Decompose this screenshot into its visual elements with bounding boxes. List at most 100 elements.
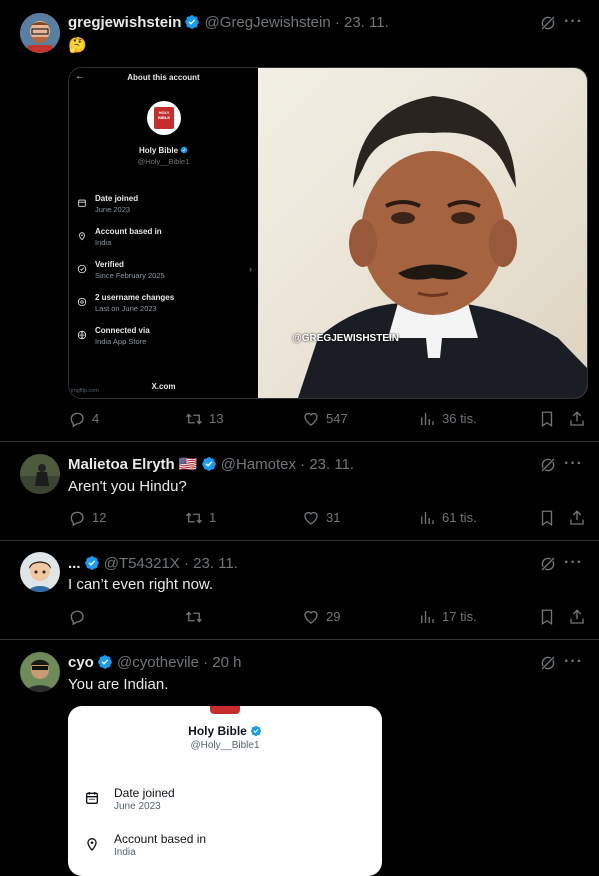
like-button[interactable]: 29 [302, 608, 340, 626]
more-options-icon[interactable]: ··· [564, 13, 583, 31]
at-sign-icon [77, 297, 87, 307]
post-date[interactable]: · 20 h [203, 654, 241, 671]
about-title: About this account [127, 73, 200, 82]
like-button[interactable]: 547 [302, 410, 348, 428]
more-options-icon[interactable]: ··· [564, 455, 583, 473]
share-button[interactable] [568, 410, 592, 428]
share-icon [568, 608, 586, 626]
about-account-screenshot: ← About this account HOLY BIBLE Holy Bib… [69, 68, 258, 398]
location-pin-icon [79, 232, 85, 241]
action-bar: 12 1 31 61 tis. [68, 509, 588, 529]
tweet[interactable]: ... @T54321X · 23. 11. ··· I can’t even … [0, 541, 599, 640]
post-date[interactable]: · 23. 11. [335, 14, 389, 31]
calendar-icon [86, 792, 98, 804]
info-row: Connected via India App Store [77, 326, 252, 350]
bible-logo: HOLY BIBLE [147, 101, 181, 135]
attached-image[interactable]: Holy Bible @Holy__Bible1 Date joined June… [68, 706, 382, 876]
more-options-icon[interactable]: ··· [564, 653, 583, 671]
us-flag: 🇺🇸 [178, 456, 198, 473]
repost-button[interactable]: 1 [185, 509, 216, 527]
action-bar: 29 17 tis. [68, 608, 588, 628]
avatar[interactable] [20, 13, 60, 53]
tweet[interactable]: gregjewishstein @GregJewishstein · 23. 1… [0, 0, 599, 442]
reply-button[interactable]: 12 [68, 509, 106, 527]
tweet[interactable]: Malietoa Elryth 🇺🇸 @Hamotex · 23. 11. ··… [0, 442, 599, 541]
views-chart-icon [418, 608, 436, 626]
post-image[interactable]: ← About this account HOLY BIBLE Holy Bib… [68, 67, 588, 399]
heart-icon [302, 509, 320, 527]
location-pin-icon [87, 838, 97, 851]
bookmark-icon [538, 608, 556, 626]
repost-button[interactable] [185, 608, 209, 626]
grok-icon[interactable] [539, 14, 557, 32]
post-text: I can’t even right now. [68, 576, 214, 593]
account-name: Holy Bible [69, 146, 258, 155]
author-name[interactable]: Malietoa Elryth [68, 456, 175, 473]
heart-icon [302, 608, 320, 626]
bookmark-icon [538, 509, 556, 527]
reply-icon [68, 410, 86, 428]
info-row: 2 username changes Last on June 2023 [77, 293, 252, 317]
post-date[interactable]: · 23. 11. [184, 555, 238, 572]
post-date[interactable]: · 23. 11. [300, 456, 354, 473]
verified-badge-icon [201, 456, 217, 472]
verified-badge-icon [184, 14, 200, 30]
post-text: You are Indian. [68, 676, 169, 693]
like-button[interactable]: 31 [302, 509, 340, 527]
author-handle[interactable]: @cyothevile [117, 654, 199, 671]
bookmark-icon [538, 410, 556, 428]
priest-photo: @GREGJEWISHSTEIN [258, 68, 587, 398]
repost-icon [185, 410, 203, 428]
bookmark-button[interactable] [538, 509, 562, 527]
author-name[interactable]: gregjewishstein [68, 14, 181, 31]
share-button[interactable] [568, 509, 592, 527]
bible-logo-edge [210, 706, 240, 714]
account-handle: @Holy__Bible1 [137, 157, 190, 166]
author-handle[interactable]: @T54321X [104, 555, 180, 572]
repost-icon [185, 608, 203, 626]
repost-button[interactable]: 13 [185, 410, 223, 428]
grok-icon[interactable] [539, 654, 557, 672]
avatar[interactable] [20, 552, 60, 592]
verified-badge-icon [180, 146, 188, 154]
views-button[interactable]: 17 tis. [418, 608, 477, 626]
grok-icon[interactable] [539, 555, 557, 573]
share-icon [568, 410, 586, 428]
views-button[interactable]: 61 tis. [418, 509, 477, 527]
heart-icon [302, 410, 320, 428]
author-handle[interactable]: @GregJewishstein [205, 14, 331, 31]
more-options-icon[interactable]: ··· [564, 554, 583, 572]
chevron-right-icon: › [249, 264, 252, 274]
post-text: 🤔 [68, 37, 87, 54]
verified-badge-icon [84, 555, 100, 571]
globe-icon [77, 330, 87, 340]
info-row: Date joined June 2023 [84, 786, 364, 816]
info-row: Verified Since February 2025 › [77, 260, 252, 284]
imgflip-watermark: imgflip.com [71, 388, 99, 394]
author-name[interactable]: ... [68, 555, 81, 572]
views-chart-icon [418, 410, 436, 428]
avatar[interactable] [20, 652, 60, 692]
author-name[interactable]: cyo [68, 654, 94, 671]
verified-badge-icon [97, 654, 113, 670]
bookmark-button[interactable] [538, 608, 562, 626]
info-row: Account based in India [84, 832, 364, 862]
views-button[interactable]: 36 tis. [418, 410, 477, 428]
share-icon [568, 509, 586, 527]
calendar-icon [78, 199, 86, 207]
author-handle[interactable]: @Hamotex [221, 456, 296, 473]
avatar[interactable] [20, 454, 60, 494]
grok-icon[interactable] [539, 456, 557, 474]
info-row: Date joined June 2023 [77, 194, 252, 218]
views-chart-icon [418, 509, 436, 527]
reply-button[interactable] [68, 608, 92, 626]
info-row: Account based in India [77, 227, 252, 251]
reply-button[interactable]: 4 [68, 410, 99, 428]
reply-icon [68, 608, 86, 626]
verified-check-icon [77, 264, 87, 274]
bookmark-button[interactable] [538, 410, 562, 428]
post-text: Aren't you Hindu? [68, 478, 187, 495]
account-name: Holy Bible [68, 724, 382, 738]
verified-badge-icon [250, 725, 262, 737]
share-button[interactable] [568, 608, 592, 626]
